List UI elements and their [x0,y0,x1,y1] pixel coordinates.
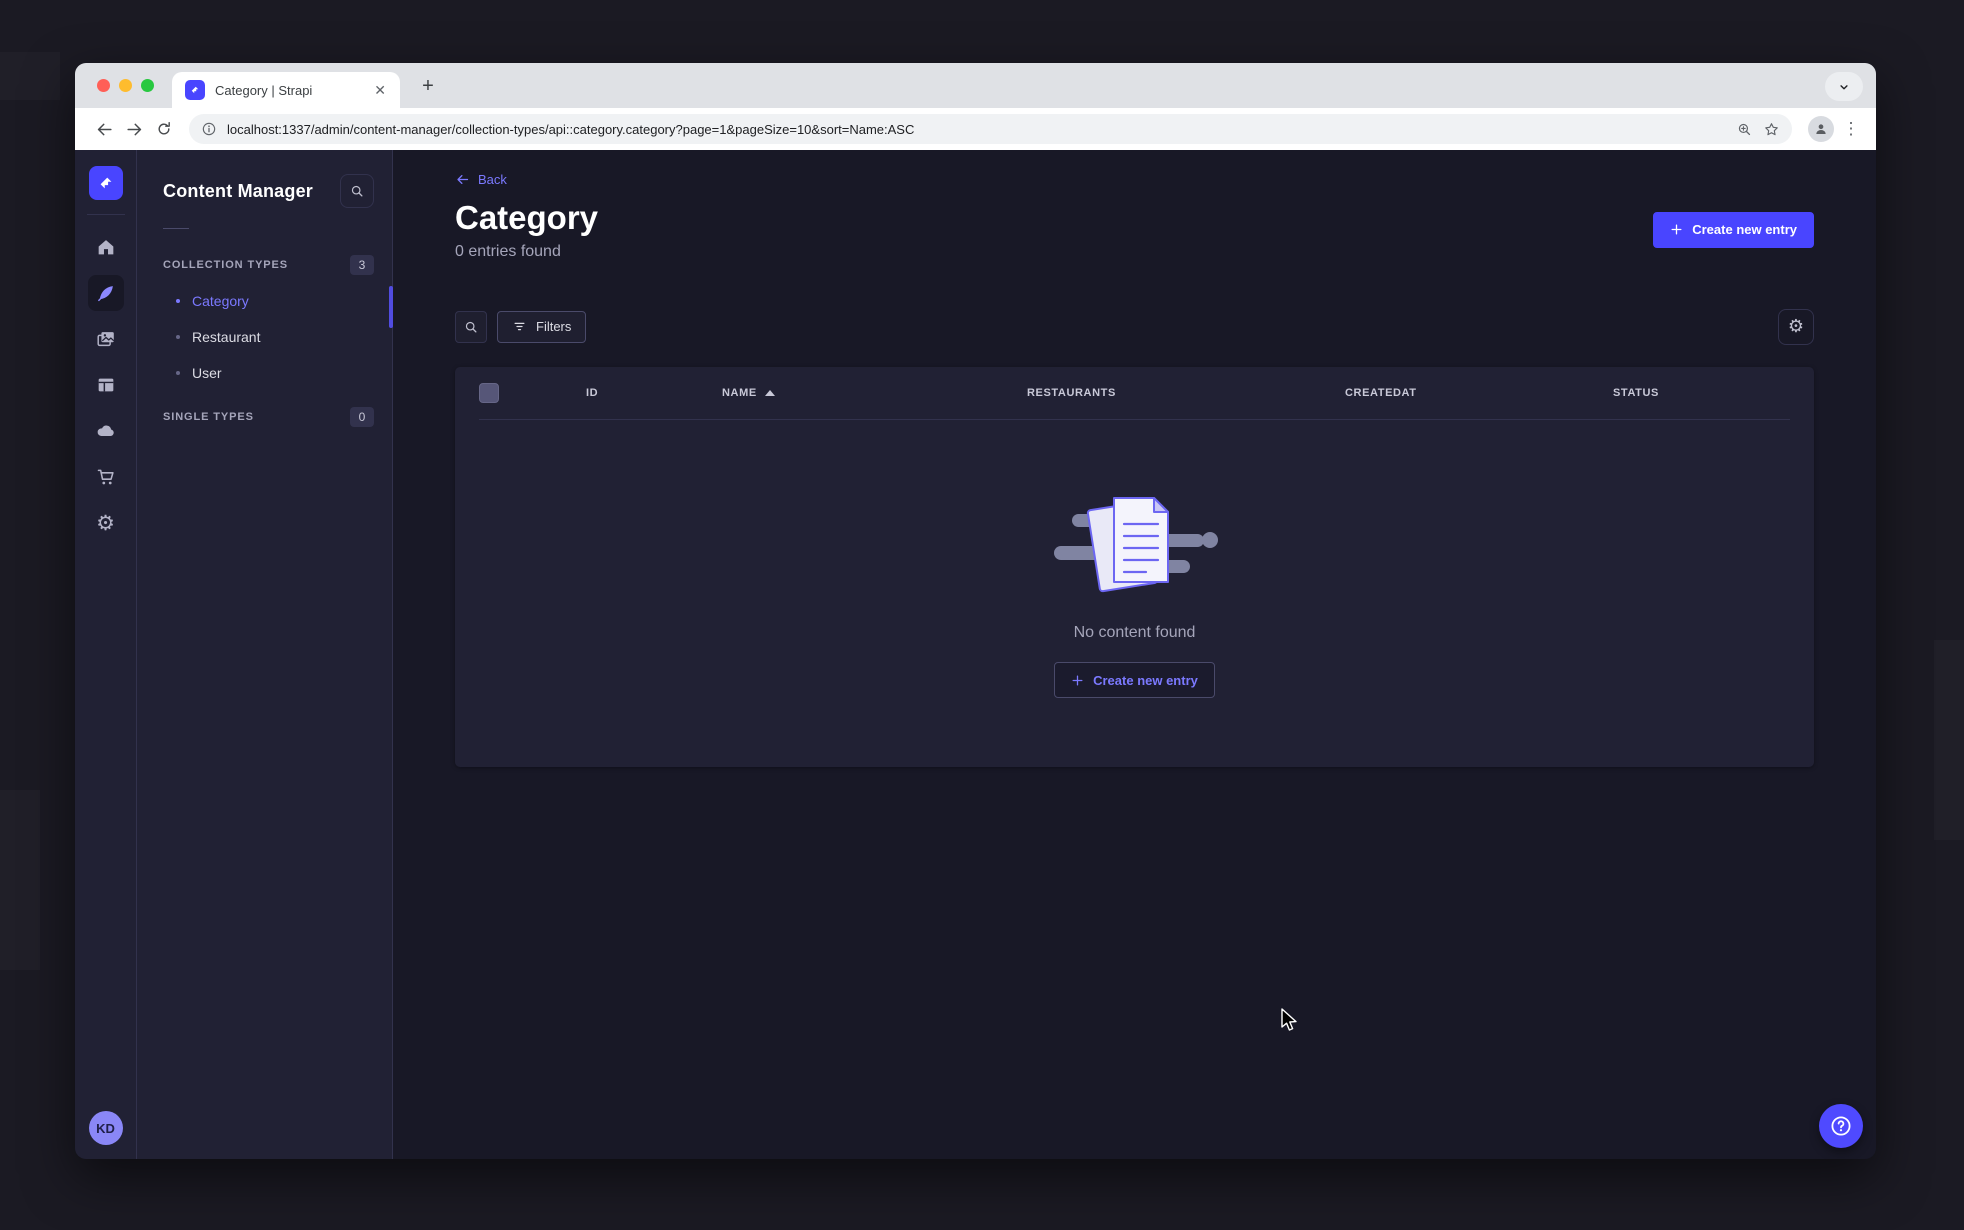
single-types-section-header: SINGLE TYPES 0 [137,399,392,435]
profile-icon[interactable] [1808,116,1834,142]
entries-count: 0 entries found [455,242,561,260]
browser-tab[interactable]: Category | Strapi ✕ [172,72,400,108]
table-header-row: ID NAME RESTAURANTS CREATEDAT STATUS [455,367,1814,419]
table-search-icon[interactable] [455,310,487,343]
zoom-window-button[interactable] [141,79,154,92]
filter-icon [514,323,525,331]
view-settings-gear-icon[interactable]: ⚙ [1778,308,1814,345]
media-library-icon[interactable] [88,321,124,357]
overflow-menu-icon[interactable]: ⋮ [1840,119,1862,139]
arrow-left-icon [457,175,469,184]
collection-types-section-header: COLLECTION TYPES 3 [137,247,392,283]
column-header-status[interactable]: STATUS [1613,387,1814,399]
bullet-icon [176,299,180,303]
strapi-favicon-icon [185,80,205,100]
desktop-background-shape [0,52,60,100]
browser-tab-strip: Category | Strapi ✕ + [75,63,1876,108]
close-window-button[interactable] [97,79,110,92]
help-button[interactable] [1819,1104,1863,1148]
forward-icon[interactable] [119,114,149,144]
info-icon[interactable] [201,121,217,137]
sidebar-item-category[interactable]: Category [137,283,392,319]
back-link[interactable]: Back [455,172,507,187]
plus-icon [1072,675,1083,686]
url-text[interactable]: localhost:1337/admin/content-manager/col… [227,122,1726,137]
panel-title: Content Manager [163,180,314,201]
sidebar-item-user[interactable]: User [137,355,392,391]
back-icon[interactable] [89,114,119,144]
settings-icon[interactable]: ⚙ [88,505,124,541]
strapi-logo-icon[interactable] [88,166,123,200]
content-type-builder-icon[interactable] [88,367,124,403]
main-content: Back Category 0 entries found Create new… [393,150,1876,1159]
tab-search-chevron-icon[interactable] [1825,72,1863,101]
column-header-id[interactable]: ID [586,387,722,399]
new-tab-button[interactable]: + [415,73,441,99]
user-avatar[interactable]: KD [88,1111,123,1145]
sort-asc-icon [764,389,775,396]
page-title: Category [455,199,599,236]
sidebar-item-restaurant[interactable]: Restaurant [137,319,392,355]
create-new-entry-button[interactable]: Create new entry [1653,211,1814,248]
rail-divider [86,214,125,215]
question-mark-icon [1831,1116,1851,1136]
content-manager-icon[interactable] [87,275,124,311]
desktop-background-shape [0,790,40,970]
bullet-icon [176,371,180,375]
strapi-admin-app: ⚙ KD Content Manager COLLECTION TYPES 3 … [75,150,1876,1159]
collection-types-count-badge: 3 [350,255,374,275]
single-types-count-badge: 0 [350,407,374,427]
no-content-message: No content found [1073,624,1196,642]
search-icon[interactable] [340,174,374,208]
nav-rail: ⚙ KD [75,150,137,1159]
panel-divider [163,228,189,229]
empty-create-new-entry-button[interactable]: Create new entry [1054,662,1215,699]
tab-close-icon[interactable]: ✕ [370,81,390,99]
empty-state: No content found Create new entry [455,420,1814,767]
filters-button[interactable]: Filters [497,310,587,343]
browser-window: Category | Strapi ✕ + localhost:1337/adm… [75,63,1876,1159]
cloud-icon[interactable] [88,413,124,449]
column-header-createdat[interactable]: CREATEDAT [1345,387,1613,399]
zoom-icon[interactable] [1736,121,1753,138]
content-manager-panel: Content Manager COLLECTION TYPES 3 Categ… [137,150,393,1159]
bullet-icon [176,335,180,339]
address-bar[interactable]: localhost:1337/admin/content-manager/col… [189,114,1792,144]
entries-table: ID NAME RESTAURANTS CREATEDAT STATUS No … [455,366,1814,767]
empty-documents-illustration [1053,497,1218,593]
plus-icon [1671,224,1682,235]
window-controls [97,79,154,92]
bookmark-star-icon[interactable] [1763,121,1780,138]
home-icon[interactable] [88,229,124,265]
minimize-window-button[interactable] [119,79,132,92]
column-header-restaurants[interactable]: RESTAURANTS [1027,387,1345,399]
reload-icon[interactable] [149,114,179,144]
marketplace-icon[interactable] [88,459,124,495]
desktop-background-shape [1934,640,1964,840]
select-all-checkbox[interactable] [479,382,499,403]
tab-title: Category | Strapi [215,82,313,98]
browser-toolbar: localhost:1337/admin/content-manager/col… [75,108,1876,150]
column-header-name[interactable]: NAME [722,387,1027,399]
